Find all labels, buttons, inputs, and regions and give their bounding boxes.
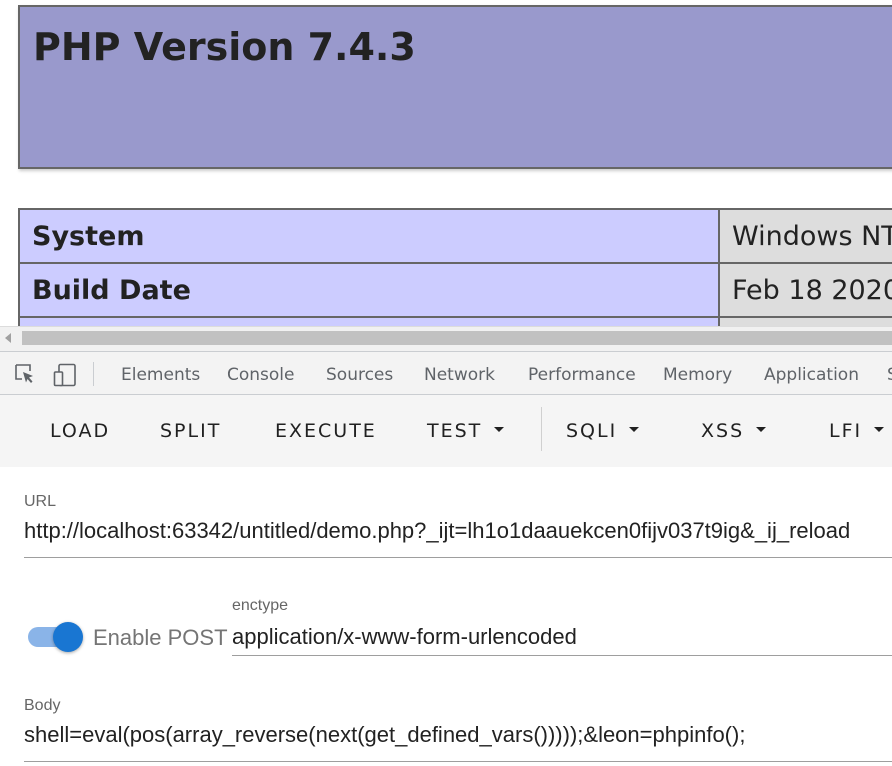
test-label: TEST <box>427 420 483 442</box>
split-button[interactable]: SPLIT <box>160 420 221 442</box>
phpinfo-page: PHP Version 7.4.3 System Windows NT Buil… <box>0 0 892 326</box>
toolbar-divider <box>541 407 542 451</box>
url-label: URL <box>24 493 57 510</box>
sqli-menu-button[interactable]: SQLI <box>566 420 640 442</box>
build-date-value: Feb 18 2020 <box>718 262 892 318</box>
scroll-left-icon[interactable] <box>5 333 11 343</box>
url-input-underline <box>24 557 892 558</box>
system-key: System <box>18 208 720 264</box>
test-menu-button[interactable]: TEST <box>427 420 505 442</box>
toolbar-divider <box>93 362 94 386</box>
tab-elements[interactable]: Elements <box>121 365 200 385</box>
tab-performance[interactable]: Performance <box>528 365 636 385</box>
php-info-table: System Windows NT Build Date Feb 18 2020 <box>18 208 892 326</box>
chevron-down-icon <box>756 427 767 432</box>
tab-security-partial[interactable]: S <box>887 365 892 385</box>
inspect-element-icon[interactable] <box>14 363 36 385</box>
device-toggle-icon[interactable] <box>53 363 77 387</box>
load-button[interactable]: LOAD <box>50 420 110 442</box>
tab-console[interactable]: Console <box>227 365 295 385</box>
chevron-down-icon <box>494 427 505 432</box>
build-date-key: Build Date <box>18 262 720 318</box>
body-input[interactable]: shell=eval(pos(array_reverse(next(get_de… <box>24 722 745 748</box>
tab-network[interactable]: Network <box>424 365 495 385</box>
chevron-down-icon <box>629 427 640 432</box>
hackbar-toolbar: LOAD SPLIT EXECUTE TEST SQLI XSS LFI <box>0 395 892 467</box>
lfi-label: LFI <box>829 420 863 442</box>
chevron-down-icon <box>874 427 885 432</box>
body-label: Body <box>24 697 61 714</box>
php-version-title: PHP Version 7.4.3 <box>33 25 416 69</box>
php-version-header: PHP Version 7.4.3 <box>18 5 892 169</box>
table-row: System Windows NT <box>18 208 892 264</box>
table-row <box>18 316 892 326</box>
enable-post-label: Enable POST <box>93 625 228 650</box>
execute-button[interactable]: EXECUTE <box>275 420 377 442</box>
tab-memory[interactable]: Memory <box>663 365 732 385</box>
hackbar-form: URL http://localhost:63342/untitled/demo… <box>0 467 892 766</box>
scrollbar-thumb[interactable] <box>22 331 892 345</box>
xss-label: XSS <box>701 420 745 442</box>
horizontal-scrollbar[interactable] <box>0 326 892 351</box>
lfi-menu-button[interactable]: LFI <box>829 420 885 442</box>
enctype-select[interactable]: application/x-www-form-urlencoded <box>232 624 577 650</box>
xss-menu-button[interactable]: XSS <box>701 420 767 442</box>
system-value: Windows NT <box>718 208 892 264</box>
sqli-label: SQLI <box>566 420 618 442</box>
enable-post-toggle-knob[interactable] <box>53 622 83 652</box>
tab-sources[interactable]: Sources <box>326 365 393 385</box>
body-input-underline <box>24 761 892 762</box>
enctype-underline <box>232 655 892 656</box>
tab-application[interactable]: Application <box>764 365 859 385</box>
enctype-label: enctype <box>232 597 289 614</box>
devtools-tab-bar: Elements Console Sources Network Perform… <box>0 351 892 395</box>
table-row: Build Date Feb 18 2020 <box>18 262 892 318</box>
url-input[interactable]: http://localhost:63342/untitled/demo.php… <box>24 518 850 544</box>
